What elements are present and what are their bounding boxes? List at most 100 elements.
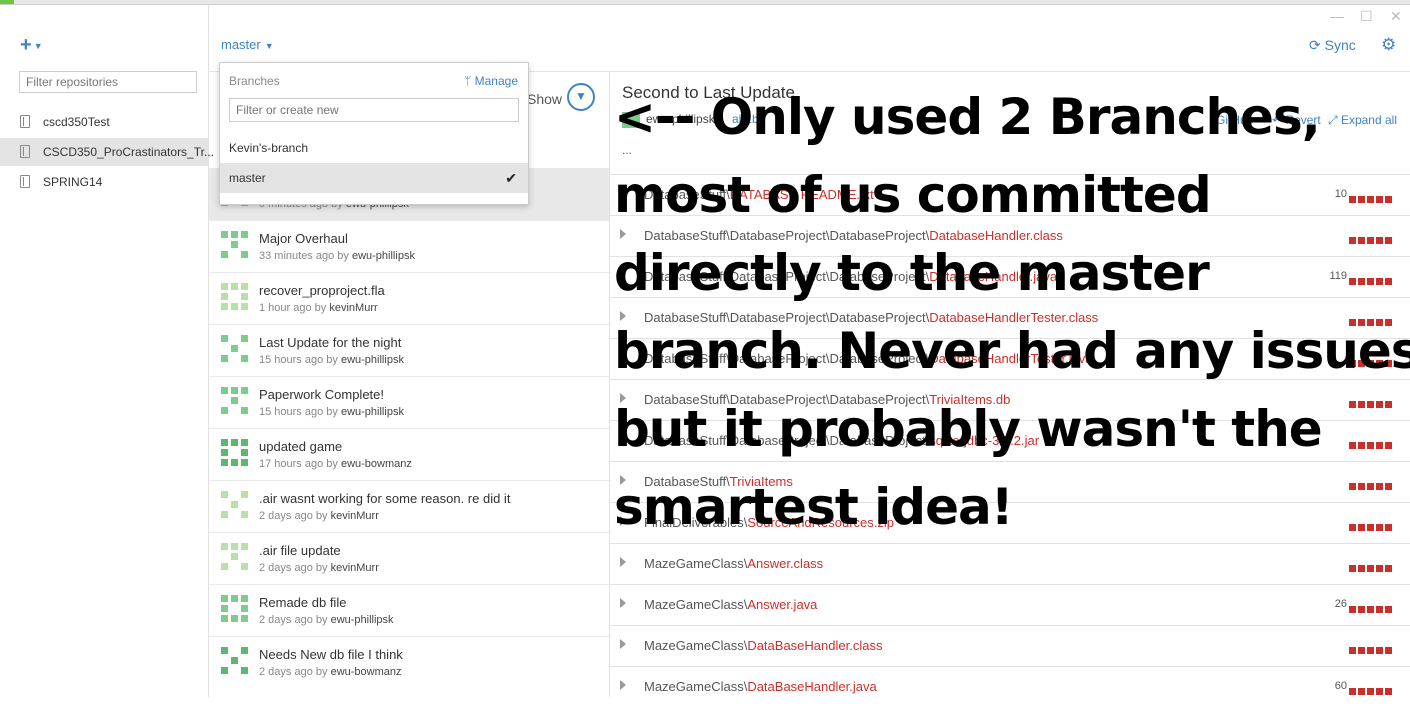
by-word: by (315, 562, 328, 574)
avatar (220, 282, 248, 310)
file-row[interactable]: MazeGameClass\Answer.class (610, 543, 1410, 584)
commit-time: 2 days ago (259, 666, 313, 678)
file-path: MazeGameClass\Answer.class (644, 556, 823, 571)
by-word: by (326, 354, 338, 366)
commit-time: 2 days ago (259, 614, 313, 626)
commit-meta: 2 days ago by kevinMurr (259, 562, 379, 574)
diffstat-block (1349, 565, 1356, 572)
commit-row[interactable]: Paperwork Complete! 15 hours ago by ewu-p… (209, 376, 609, 428)
repo-icon (20, 145, 30, 158)
commit-meta: 2 days ago by ewu-bowmanz (259, 666, 402, 678)
expand-arrow-icon[interactable] (620, 557, 626, 567)
diffstat-block (1376, 606, 1383, 613)
expand-arrow-icon[interactable] (620, 598, 626, 608)
branch-item[interactable]: Kevin's-branch (220, 133, 528, 163)
annotation-line: <-- Only used 2 Branches, (614, 88, 1321, 146)
window-top-strip (0, 0, 1410, 5)
branch-item-label: master (229, 171, 266, 185)
gear-icon[interactable]: ⚙ (1381, 35, 1396, 55)
commit-meta: 33 minutes ago by ewu-phillipsk (259, 250, 415, 262)
diffstat-block (1385, 688, 1392, 695)
commit-author: kevinMurr (330, 562, 379, 574)
diffstat-block (1376, 565, 1383, 572)
repo-item[interactable]: SPRING14 (0, 168, 208, 196)
diffstat-block (1367, 565, 1374, 572)
maximize-icon[interactable]: ☐ (1360, 8, 1373, 25)
file-dir: MazeGameClass\ (644, 556, 748, 571)
commit-time: 17 hours ago (259, 458, 324, 470)
repo-icon (20, 175, 30, 188)
branch-item[interactable]: master ✔ (220, 163, 528, 193)
file-row[interactable]: MazeGameClass\DataBaseHandler.class (610, 625, 1410, 666)
commit-row[interactable]: Major Overhaul 33 minutes ago by ewu-phil… (209, 220, 609, 272)
commit-author: kevinMurr (329, 302, 378, 314)
close-icon[interactable]: ✕ (1390, 8, 1402, 25)
repo-icon (20, 115, 30, 128)
file-name: Answer.java (747, 597, 818, 612)
by-word: by (315, 666, 328, 678)
annotation-line: but it probably wasn't the (614, 400, 1323, 458)
file-dir: MazeGameClass\ (644, 679, 748, 694)
by-word: by (314, 302, 327, 314)
branch-filter-input[interactable] (229, 98, 519, 122)
expand-arrow-icon[interactable] (620, 639, 626, 649)
manage-branches-link[interactable]: ᛘ Manage (464, 74, 518, 88)
commit-row[interactable]: Needs New db file I think 2 days ago by e… (209, 636, 609, 688)
repo-label: SPRING14 (43, 175, 103, 189)
file-path: MazeGameClass\Answer.java (644, 597, 817, 612)
file-row[interactable]: MazeGameClass\DataBaseHandler.java 60 (610, 666, 1410, 707)
commit-meta: 17 hours ago by ewu-bowmanz (259, 458, 412, 470)
commit-time: 1 hour ago (259, 302, 312, 314)
commit-row[interactable]: Remade db file 2 days ago by ewu-phillips… (209, 584, 609, 636)
branch-label: master (221, 37, 261, 52)
commit-title: Remade db file (259, 595, 347, 610)
commit-row[interactable]: updated game 17 hours ago by ewu-bowmanz (209, 428, 609, 480)
commit-title: .air file update (259, 543, 341, 558)
change-count: 26 (1334, 598, 1347, 610)
diffstat-block (1367, 647, 1374, 654)
commit-author: ewu-phillipsk (340, 406, 404, 418)
avatar (220, 386, 248, 414)
minimize-icon[interactable]: — (1330, 8, 1344, 24)
by-word: by (315, 510, 328, 522)
branch-selector[interactable]: master ▼ (221, 37, 274, 52)
filter-repositories-input[interactable] (19, 71, 197, 93)
app-indicator (0, 0, 14, 4)
sync-button[interactable]: ⟳ Sync (1309, 37, 1356, 54)
add-repository-button[interactable]: + ▼ (20, 35, 43, 55)
commit-title: Last Update for the night (259, 335, 402, 350)
commit-time: 33 minutes ago (259, 250, 335, 262)
repo-item[interactable]: cscd350Test (0, 108, 208, 136)
diffstat-block (1358, 688, 1365, 695)
commit-time: 2 days ago (259, 562, 313, 574)
by-word: by (326, 406, 338, 418)
commit-row[interactable]: Last Update for the night 15 hours ago by… (209, 324, 609, 376)
commit-meta: 2 days ago by kevinMurr (259, 510, 379, 522)
file-dir: MazeGameClass\ (644, 638, 748, 653)
diffstat-block (1349, 647, 1356, 654)
show-label: Show (527, 91, 563, 107)
branches-heading: Branches (229, 74, 280, 88)
file-dir: MazeGameClass\ (644, 597, 748, 612)
commit-row[interactable]: .air file update 2 days ago by kevinMurr (209, 532, 609, 584)
chevron-down-circle-icon[interactable]: ▼ (567, 83, 595, 111)
repo-label: CSCD350_ProCrastinators_Tr... (43, 145, 214, 159)
expand-arrow-icon[interactable] (620, 680, 626, 690)
commit-title: .air wasnt working for some reason. re d… (259, 491, 511, 506)
diffstat-block (1385, 647, 1392, 654)
commit-author: ewu-phillipsk (340, 354, 404, 366)
annotation-line: directly to the master (614, 244, 1210, 302)
file-row[interactable]: MazeGameClass\Answer.java 26 (610, 584, 1410, 625)
commit-row[interactable]: .air wasnt working for some reason. re d… (209, 480, 609, 532)
branch-item-label: Kevin's-branch (229, 141, 308, 155)
by-word: by (315, 614, 328, 626)
repo-item[interactable]: CSCD350_ProCrastinators_Tr... (0, 138, 214, 166)
diffstat-block (1358, 565, 1365, 572)
avatar (220, 490, 248, 518)
diffstat-block (1349, 606, 1356, 613)
commit-row[interactable]: recover_proproject.fla 1 hour ago by kevi… (209, 272, 609, 324)
diffstat-block (1376, 688, 1383, 695)
commit-time: 15 hours ago (259, 354, 324, 366)
commit-meta: 15 hours ago by ewu-phillipsk (259, 354, 404, 366)
commit-meta: 15 hours ago by ewu-phillipsk (259, 406, 404, 418)
